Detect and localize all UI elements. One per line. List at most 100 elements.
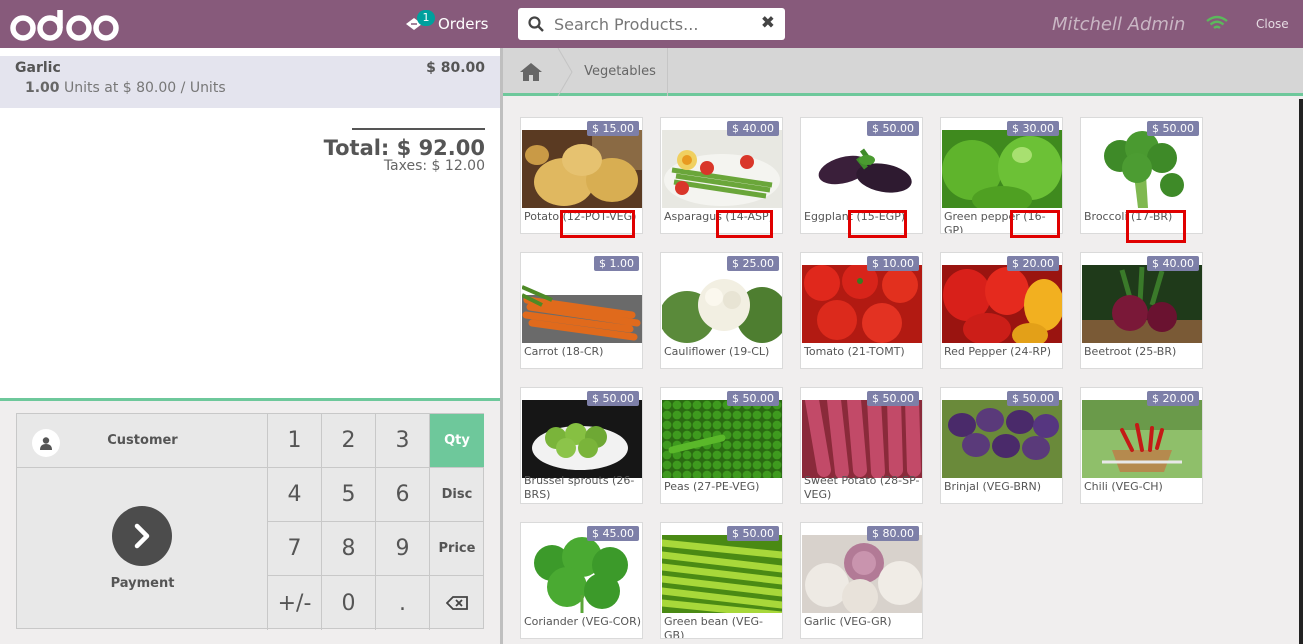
order-line-qty: 1.00 bbox=[25, 80, 60, 96]
wifi-icon bbox=[1206, 15, 1228, 35]
user-name: Mitchell Admin bbox=[1052, 14, 1186, 35]
product-eggplant[interactable]: $ 50.00 Eggplant (15-EGP) bbox=[800, 117, 923, 234]
product-image bbox=[662, 535, 782, 613]
key-5[interactable]: 5 bbox=[322, 468, 376, 522]
product-pane: Vegetables $ 15.00 Potato (12-POT-VEG) $… bbox=[503, 48, 1303, 644]
home-icon bbox=[520, 63, 542, 81]
orders-count-badge: 1 bbox=[417, 10, 435, 26]
search-input[interactable] bbox=[554, 14, 744, 34]
product-image bbox=[662, 265, 782, 343]
product-name: Coriander (VEG-COR) bbox=[524, 615, 642, 628]
product-image bbox=[802, 130, 922, 208]
product-name: Eggplant (15-EGP) bbox=[804, 210, 906, 223]
product-name: Tomato (21-TOMT) bbox=[804, 345, 905, 358]
product-carrot[interactable]: $ 1.00 Carrot (18-CR) bbox=[520, 252, 643, 369]
key-8[interactable]: 8 bbox=[322, 522, 376, 576]
key-4[interactable]: 4 bbox=[268, 468, 322, 522]
product-name: Brussel sprouts (26-BRS) bbox=[524, 474, 635, 501]
breadcrumb-separator-icon bbox=[557, 48, 573, 96]
customer-button[interactable]: Customer bbox=[17, 414, 268, 468]
order-line[interactable]: Garlic $ 80.00 1.00 Units at $ 80.00 / U… bbox=[0, 56, 500, 108]
key-plus-minus[interactable]: +/- bbox=[268, 576, 322, 630]
product-price: $ 50.00 bbox=[1007, 391, 1059, 406]
search-box: ✖ bbox=[518, 8, 785, 40]
product-coriander[interactable]: $ 45.00 Coriander (VEG-COR) bbox=[520, 522, 643, 639]
mode-qty-button[interactable]: Qty bbox=[430, 414, 484, 468]
key-9[interactable]: 9 bbox=[376, 522, 430, 576]
summary-divider bbox=[352, 128, 485, 130]
product-price: $ 30.00 bbox=[1007, 121, 1059, 136]
product-image bbox=[942, 265, 1062, 343]
product-potato[interactable]: $ 15.00 Potato (12-POT-VEG) bbox=[520, 117, 643, 234]
mode-price-button[interactable]: Price bbox=[430, 522, 484, 576]
home-button[interactable] bbox=[503, 48, 559, 96]
key-6[interactable]: 6 bbox=[376, 468, 430, 522]
scrollbar[interactable] bbox=[1299, 99, 1303, 644]
clear-search-icon[interactable]: ✖ bbox=[761, 13, 775, 33]
order-summary: Total: $ 92.00 Taxes: $ 12.00 bbox=[324, 128, 485, 174]
ticket-icon: 1 bbox=[404, 10, 435, 38]
product-name: Brinjal (VEG-BRN) bbox=[944, 480, 1042, 493]
product-price: $ 20.00 bbox=[1147, 391, 1199, 406]
product-price: $ 20.00 bbox=[1007, 256, 1059, 271]
order-line-price: $ 80.00 bbox=[426, 60, 485, 76]
product-image bbox=[522, 400, 642, 478]
product-price: $ 45.00 bbox=[587, 526, 639, 541]
breadcrumb-category[interactable]: Vegetables bbox=[573, 48, 668, 96]
product-brinjal[interactable]: $ 50.00 Brinjal (VEG-BRN) bbox=[940, 387, 1063, 504]
product-chili[interactable]: $ 20.00 Chili (VEG-CH) bbox=[1080, 387, 1203, 504]
product-name: Potato (12-POT-VEG) bbox=[524, 210, 637, 223]
product-name: Beetroot (25-BR) bbox=[1084, 345, 1177, 358]
product-price: $ 1.00 bbox=[594, 256, 639, 271]
close-button[interactable]: Close bbox=[1256, 17, 1289, 31]
product-price: $ 50.00 bbox=[867, 121, 919, 136]
orders-button[interactable]: 1 Orders bbox=[404, 10, 488, 38]
product-image bbox=[1082, 130, 1202, 208]
product-price: $ 40.00 bbox=[1147, 256, 1199, 271]
product-red-pepper[interactable]: $ 20.00 Red Pepper (24-RP) bbox=[940, 252, 1063, 369]
product-beetroot[interactable]: $ 40.00 Beetroot (25-BR) bbox=[1080, 252, 1203, 369]
payment-label: Payment bbox=[110, 576, 175, 591]
key-1[interactable]: 1 bbox=[268, 414, 322, 468]
key-2[interactable]: 2 bbox=[322, 414, 376, 468]
product-image bbox=[802, 535, 922, 613]
product-price: $ 80.00 bbox=[867, 526, 919, 541]
key-decimal[interactable]: . bbox=[376, 576, 430, 630]
product-name: Peas (27-PE-VEG) bbox=[664, 480, 760, 493]
product-price: $ 50.00 bbox=[867, 391, 919, 406]
product-green-pepper[interactable]: $ 30.00 Green pepper (16-GP) bbox=[940, 117, 1063, 234]
product-image bbox=[1082, 265, 1202, 343]
chevron-right-icon bbox=[112, 506, 172, 566]
product-image bbox=[522, 535, 642, 613]
product-image bbox=[802, 265, 922, 343]
product-broccoli[interactable]: $ 50.00 Broccoli (17-BR) bbox=[1080, 117, 1203, 234]
product-brussel-sprouts[interactable]: $ 50.00 Brussel sprouts (26-BRS) bbox=[520, 387, 643, 504]
product-name: Broccoli (17-BR) bbox=[1084, 210, 1173, 223]
order-line-info: 1.00 Units at $ 80.00 / Units bbox=[25, 80, 226, 96]
payment-button[interactable]: Payment bbox=[17, 468, 268, 630]
product-name: Asparagus (14-ASP) bbox=[664, 210, 773, 223]
key-3[interactable]: 3 bbox=[376, 414, 430, 468]
product-price: $ 50.00 bbox=[587, 391, 639, 406]
product-sweet-potato[interactable]: $ 50.00 Sweet Potato (28-SP-VEG) bbox=[800, 387, 923, 504]
mode-disc-button[interactable]: Disc bbox=[430, 468, 484, 522]
product-green-bean[interactable]: $ 50.00 Green bean (VEG-GB) bbox=[660, 522, 783, 639]
product-image bbox=[522, 265, 642, 343]
product-name: Green pepper (16-GP) bbox=[944, 210, 1046, 234]
product-garlic[interactable]: $ 80.00 Garlic (VEG-GR) bbox=[800, 522, 923, 639]
product-cauliflower[interactable]: $ 25.00 Cauliflower (19-CL) bbox=[660, 252, 783, 369]
product-price: $ 10.00 bbox=[867, 256, 919, 271]
product-name: Garlic (VEG-GR) bbox=[804, 615, 892, 628]
product-peas[interactable]: $ 50.00 Peas (27-PE-VEG) bbox=[660, 387, 783, 504]
key-0[interactable]: 0 bbox=[322, 576, 376, 630]
top-bar: 1 Orders ✖ Mitchell Admin Close bbox=[0, 0, 1303, 48]
backspace-button[interactable] bbox=[430, 576, 484, 630]
product-tomato[interactable]: $ 10.00 Tomato (21-TOMT) bbox=[800, 252, 923, 369]
product-asparagus[interactable]: $ 40.00 Asparagus (14-ASP) bbox=[660, 117, 783, 234]
product-name: Chili (VEG-CH) bbox=[1084, 480, 1163, 493]
product-image bbox=[942, 130, 1062, 208]
product-image bbox=[802, 400, 922, 478]
product-price: $ 40.00 bbox=[727, 121, 779, 136]
backspace-icon bbox=[446, 596, 468, 610]
key-7[interactable]: 7 bbox=[268, 522, 322, 576]
